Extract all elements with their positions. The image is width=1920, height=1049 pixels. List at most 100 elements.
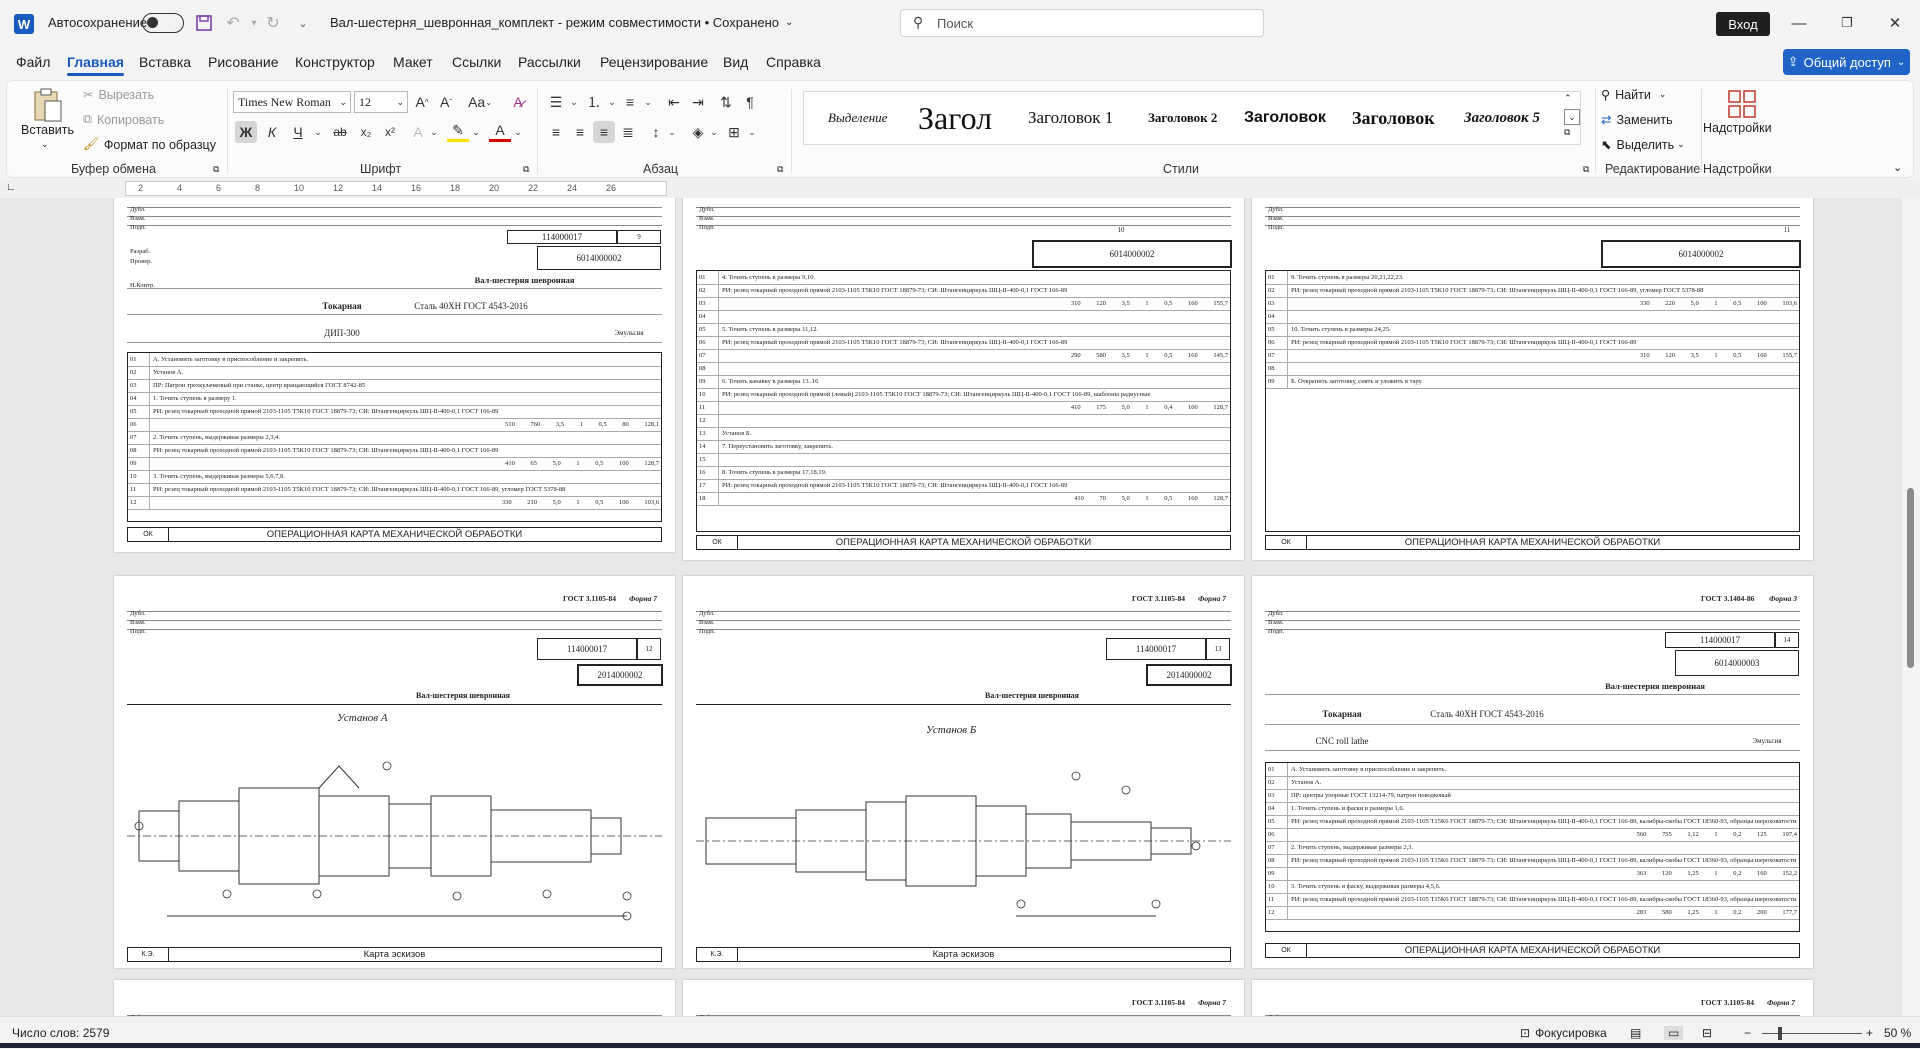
font-size-combo[interactable]: 12 ⌄	[354, 91, 408, 113]
align-left-icon[interactable]: ≡	[545, 121, 567, 143]
addins-icon[interactable]	[1727, 89, 1757, 119]
increase-indent-icon[interactable]: ⇥	[687, 91, 709, 113]
vertical-scrollbar[interactable]	[1902, 198, 1920, 1016]
search-input[interactable]: ⚲ Поиск	[900, 9, 1264, 37]
read-mode-icon[interactable]: ▤	[1630, 1026, 1641, 1040]
clear-formatting-icon[interactable]: A̷	[507, 91, 529, 113]
styles-scroll-down-icon[interactable]: ⌄	[1564, 109, 1580, 125]
change-case-icon[interactable]: Aa ⌄	[465, 91, 495, 113]
tab-selector-icon[interactable]: ∟	[6, 182, 16, 193]
style-heading1[interactable]: Заголовок 1	[1028, 92, 1113, 144]
dialog-launcher-icon[interactable]: ⧉	[1583, 164, 1589, 175]
word-count[interactable]: Число слов: 2579	[12, 1026, 109, 1040]
signin-button[interactable]: Вход	[1716, 12, 1770, 36]
styles-more-icon[interactable]: ⧉	[1564, 127, 1570, 138]
replace-button[interactable]: ⇄ Заменить	[1601, 112, 1673, 128]
style-heading2[interactable]: Заголовок 2	[1148, 92, 1217, 144]
autosave-toggle[interactable]	[142, 13, 184, 33]
page-12[interactable]: ГОСТ 3.1105-84 Форма 7 Дубл. Взам. Подп. 1…	[114, 576, 675, 968]
align-right-icon[interactable]: ≡	[593, 121, 615, 143]
zoom-slider-thumb[interactable]	[1778, 1027, 1782, 1040]
font-name-combo[interactable]: Times New Roman ⌄	[233, 91, 351, 113]
page-9[interactable]: Дубл. Взам. Подп. 114000017 9 Разраб. Прове…	[114, 198, 675, 552]
bold-button[interactable]: Ж	[235, 121, 257, 143]
document-canvas[interactable]: Дубл. Взам. Подп. 114000017 9 Разраб. Прове…	[0, 198, 1902, 1016]
cut-button[interactable]: ✂ Вырезать	[83, 87, 154, 103]
focus-button[interactable]: ⊡ Фокусировка	[1520, 1026, 1607, 1040]
page-13[interactable]: ГОСТ 3.1105-84 Форма 7 Дубл. Взам. Подп. 1…	[683, 576, 1244, 968]
page-14[interactable]: ГОСТ 3.1404-86 Форма 3 Дубл. Взам. Подп. 1…	[1252, 576, 1813, 968]
superscript-icon[interactable]: x²	[379, 121, 401, 143]
dialog-launcher-icon[interactable]: ⧉	[777, 164, 783, 175]
decrease-indent-icon[interactable]: ⇤	[663, 91, 685, 113]
tab-view[interactable]: Вид	[723, 54, 748, 70]
chevron-down-icon[interactable]: ⌄	[307, 121, 329, 143]
share-button[interactable]: ⇪ Общий доступ ⌄	[1783, 49, 1910, 75]
close-icon[interactable]: ✕	[1880, 12, 1910, 34]
tab-draw[interactable]: Рисование	[208, 54, 279, 70]
style-heading3[interactable]: Заголовок 3	[1244, 92, 1330, 144]
undo-icon[interactable]: ↶	[222, 12, 244, 34]
grow-font-icon[interactable]: A ^	[411, 91, 433, 113]
style-heading5[interactable]: Заголовок 5	[1464, 92, 1540, 144]
sort-icon[interactable]: ⇅	[715, 91, 737, 113]
underline-button[interactable]: Ч	[287, 121, 309, 143]
paste-button[interactable]: Вставить	[21, 123, 74, 137]
format-painter-button[interactable]: 🖌 Формат по образцу	[83, 137, 216, 152]
styles-scroll-up-icon[interactable]: ⌃	[1564, 93, 1572, 104]
chevron-down-icon[interactable]: ⌄	[507, 121, 529, 143]
italic-button[interactable]: К	[261, 121, 283, 143]
select-button[interactable]: ⬉ Выделить ⌄	[1601, 137, 1685, 153]
subscript-icon[interactable]: x₂	[355, 121, 377, 143]
addins-button[interactable]: Надстройки	[1703, 121, 1772, 135]
web-layout-icon[interactable]: ⊟	[1702, 1026, 1712, 1040]
tab-home[interactable]: Главная	[67, 54, 124, 76]
tab-layout[interactable]: Макет	[393, 54, 433, 70]
page-10[interactable]: Дубл. Взам. Подп. 10 6014000002 01 4. Точит…	[683, 198, 1244, 560]
chevron-down-icon[interactable]: ⌄	[563, 91, 585, 113]
chevron-down-icon[interactable]: ⌄	[703, 121, 725, 143]
paste-icon[interactable]	[23, 85, 73, 125]
dialog-launcher-icon[interactable]: ⧉	[213, 164, 219, 175]
tab-design[interactable]: Конструктор	[295, 54, 375, 70]
zoom-level[interactable]: 50 %	[1884, 1026, 1911, 1040]
style-heading[interactable]: Заголовок	[1352, 92, 1435, 144]
chevron-down-icon[interactable]: ⌄	[741, 121, 763, 143]
tab-mailings[interactable]: Рассылки	[518, 54, 581, 70]
restore-icon[interactable]: ❐	[1832, 12, 1862, 34]
tab-insert[interactable]: Вставка	[139, 54, 191, 70]
tab-review[interactable]: Рецензирование	[600, 54, 708, 70]
save-icon[interactable]	[193, 12, 215, 34]
style-emphasis[interactable]: Выделение	[828, 92, 887, 144]
align-center-icon[interactable]: ≡	[569, 121, 591, 143]
collapse-ribbon-icon[interactable]: ⌄	[1893, 161, 1902, 174]
customize-toolbar-icon[interactable]: ⌄	[292, 12, 314, 34]
page-17[interactable]: ГОСТ 3.1105-84 Форма 7 Дубл.	[1252, 980, 1813, 1016]
find-button[interactable]: ⚲ Найти ⌄	[1601, 87, 1666, 103]
scrollbar-thumb[interactable]	[1907, 488, 1914, 668]
chevron-down-icon[interactable]: ⌄	[661, 121, 683, 143]
redo-icon[interactable]: ↻	[262, 12, 284, 34]
page-15[interactable]: Дубл.	[114, 980, 675, 1016]
tab-file[interactable]: Файл	[16, 54, 50, 70]
chevron-down-icon[interactable]: ⌄	[465, 121, 487, 143]
style-title[interactable]: Загол	[918, 92, 992, 144]
strikethrough-icon[interactable]: ab	[329, 121, 351, 143]
chevron-down-icon[interactable]: ⌄	[423, 121, 445, 143]
chevron-down-icon[interactable]: ⌄	[637, 91, 659, 113]
show-marks-icon[interactable]: ¶	[739, 91, 761, 113]
dialog-launcher-icon[interactable]: ⧉	[523, 164, 529, 175]
page-16[interactable]: ГОСТ 3.1105-84 Форма 7 Дубл.	[683, 980, 1244, 1016]
minimize-icon[interactable]: —	[1784, 12, 1814, 34]
zoom-in-icon[interactable]: +	[1866, 1026, 1873, 1040]
copy-button[interactable]: ⧉ Копировать	[83, 112, 164, 127]
shrink-font-icon[interactable]: Aˇ	[435, 91, 457, 113]
horizontal-ruler[interactable]: 2 4 6 8 10 12 14 16 18 20 22 24 26	[125, 181, 667, 196]
zoom-slider[interactable]	[1762, 1033, 1862, 1034]
page-11[interactable]: Дубл. Взам. Подп. 11 6014000002 01 9. Точит…	[1252, 198, 1813, 560]
tab-references[interactable]: Ссылки	[452, 54, 501, 70]
justify-icon[interactable]: ≣	[617, 121, 639, 143]
zoom-out-icon[interactable]: −	[1744, 1026, 1751, 1040]
tab-help[interactable]: Справка	[766, 54, 821, 70]
print-layout-icon[interactable]: ▭	[1664, 1026, 1684, 1040]
